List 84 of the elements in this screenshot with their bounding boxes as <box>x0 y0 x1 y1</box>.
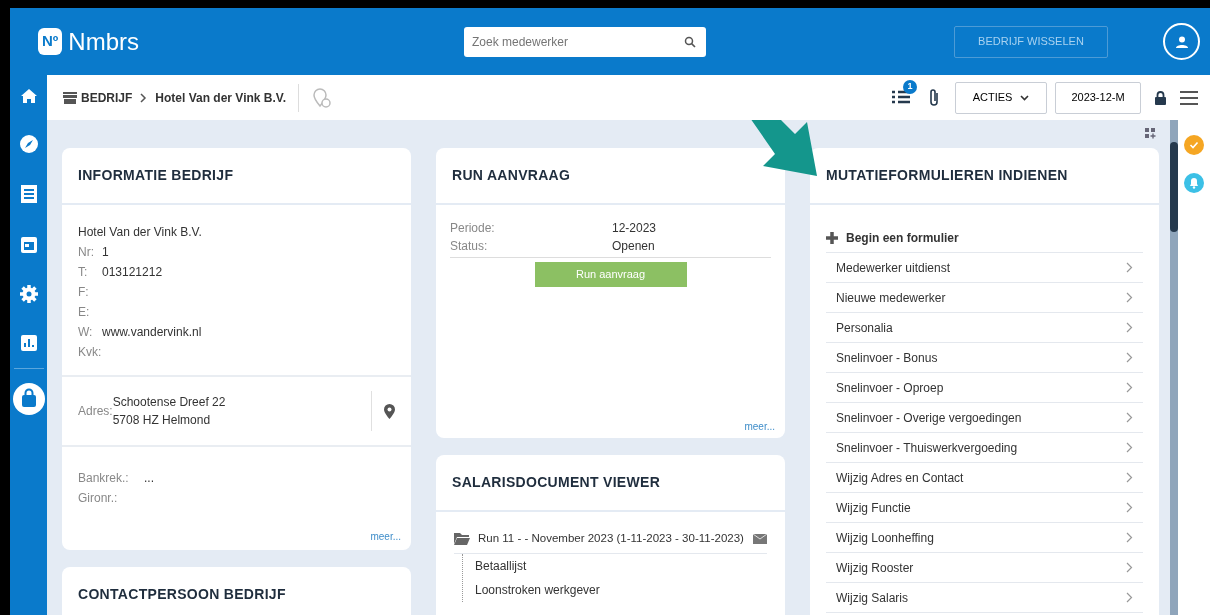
form-list-item[interactable]: Personalia <box>826 313 1143 343</box>
chevron-right-icon <box>1126 352 1133 363</box>
chevron-right-icon <box>1126 382 1133 393</box>
document-link[interactable]: Betaallijst <box>463 557 527 576</box>
compass-icon[interactable] <box>18 134 39 154</box>
form-list-item[interactable]: Snelinvoer - Bonus <box>826 343 1143 373</box>
scrollbar[interactable] <box>1170 120 1178 615</box>
home-icon[interactable] <box>19 88 38 104</box>
field-label: Periode: <box>450 220 496 237</box>
card-title: MUTATIEFORMULIEREN INDIENEN <box>826 166 1068 185</box>
folder-icon[interactable] <box>454 532 470 546</box>
field-label: E: <box>78 304 91 321</box>
field-label: Status: <box>450 238 489 255</box>
field-label: Adres: <box>78 404 113 418</box>
form-list-item[interactable]: Snelinvoer - Overige vergoedingen <box>826 403 1143 433</box>
period-selector[interactable]: 2023-12-M <box>1055 81 1141 114</box>
form-list-item[interactable]: Nieuwe medewerker <box>826 283 1143 313</box>
card-title: RUN AANVRAAG <box>452 166 571 185</box>
plus-icon <box>826 231 838 244</box>
field-label: W: <box>78 324 94 341</box>
calendar-icon[interactable] <box>19 234 38 254</box>
check-circle-icon[interactable] <box>1184 135 1204 155</box>
breadcrumb-current: Hotel Van der Vink B.V. <box>155 89 287 107</box>
chevron-right-icon <box>1126 502 1133 513</box>
chevron-right-icon <box>1126 592 1133 603</box>
form-list-item[interactable]: Snelinvoer - Thuiswerkvergoeding <box>826 433 1143 463</box>
user-avatar[interactable] <box>1163 23 1200 60</box>
lock-icon[interactable] <box>1155 90 1166 105</box>
field-value: 1 <box>102 244 109 261</box>
logo-mark: Nº <box>38 28 63 55</box>
document-link[interactable]: Loonstroken werkgever <box>463 581 600 600</box>
list-icon[interactable] <box>19 184 38 204</box>
paperclip-icon[interactable] <box>927 87 941 108</box>
chevron-right-icon <box>1126 412 1133 423</box>
field-label: Gironr.: <box>78 490 119 507</box>
form-list-item[interactable]: Wijzig Loonheffing <box>826 523 1143 553</box>
logo-text: Nmbrs <box>68 26 139 57</box>
menu-icon[interactable] <box>1180 89 1198 106</box>
form-list-item[interactable]: Snelinvoer - Oproep <box>826 373 1143 403</box>
more-link[interactable]: meer... <box>744 421 775 432</box>
field-label: T: <box>78 264 89 281</box>
card-title: SALARISDOCUMENT VIEWER <box>452 473 661 492</box>
company-name: Hotel Van der Vink B.V. <box>78 224 203 241</box>
store-icon <box>63 91 77 104</box>
card-title: CONTACTPERSOON BEDRIJF <box>78 585 286 604</box>
map-pin-icon[interactable] <box>384 403 395 419</box>
address-line: 5708 HZ Helmond <box>112 413 212 429</box>
address-line: Schootense Dreef 22 <box>112 394 227 409</box>
field-value: Openen <box>612 238 655 255</box>
chevron-right-icon <box>1126 442 1133 453</box>
chevron-right-icon <box>1126 562 1133 573</box>
field-value: 12-2023 <box>612 220 657 237</box>
search-icon <box>684 35 696 48</box>
envelope-icon[interactable] <box>753 533 767 544</box>
form-list-item[interactable]: Wijzig Rooster <box>826 553 1143 583</box>
form-list-item[interactable]: Medewerker uitdienst <box>826 253 1143 283</box>
chevron-right-icon <box>140 92 148 103</box>
caret-icon <box>1020 94 1030 101</box>
chevron-right-icon <box>1126 532 1133 543</box>
form-list-item[interactable]: Wijzig Salaris <box>826 583 1143 613</box>
field-value: ... <box>144 470 154 487</box>
field-label: Nr: <box>78 244 95 261</box>
field-value: 013121212 <box>102 264 163 281</box>
field-label: Bankrek.: <box>78 470 130 487</box>
breadcrumb-link[interactable]: BEDRIJF <box>81 88 133 107</box>
notification-count: 1 <box>903 79 917 94</box>
chevron-right-icon <box>1126 292 1133 303</box>
add-widget-icon[interactable] <box>1145 128 1156 139</box>
chevron-right-icon <box>1126 472 1133 483</box>
form-list-item[interactable]: Wijzig Adres en Contact <box>826 463 1143 493</box>
start-form-link[interactable]: Begin een formulier <box>846 228 959 247</box>
search-field[interactable]: Zoek medewerker <box>464 26 706 57</box>
form-list-item[interactable]: Wijzig Functie <box>826 493 1143 523</box>
field-label: Kvk: <box>78 344 102 361</box>
field-value: www.vandervink.nl <box>102 324 202 341</box>
card-title: INFORMATIE BEDRIJF <box>78 166 234 185</box>
chart-icon[interactable] <box>19 334 38 352</box>
folder-label[interactable]: Run 11 - - November 2023 (1-11-2023 - 30-11-2023) <box>478 530 745 548</box>
gear-icon[interactable] <box>18 284 39 304</box>
actions-dropdown[interactable]: ACTIES <box>955 81 1047 114</box>
field-label: F: <box>78 284 90 301</box>
more-link[interactable]: meer... <box>370 531 401 542</box>
chevron-right-icon <box>1126 262 1133 273</box>
chevron-right-icon <box>1126 322 1133 333</box>
